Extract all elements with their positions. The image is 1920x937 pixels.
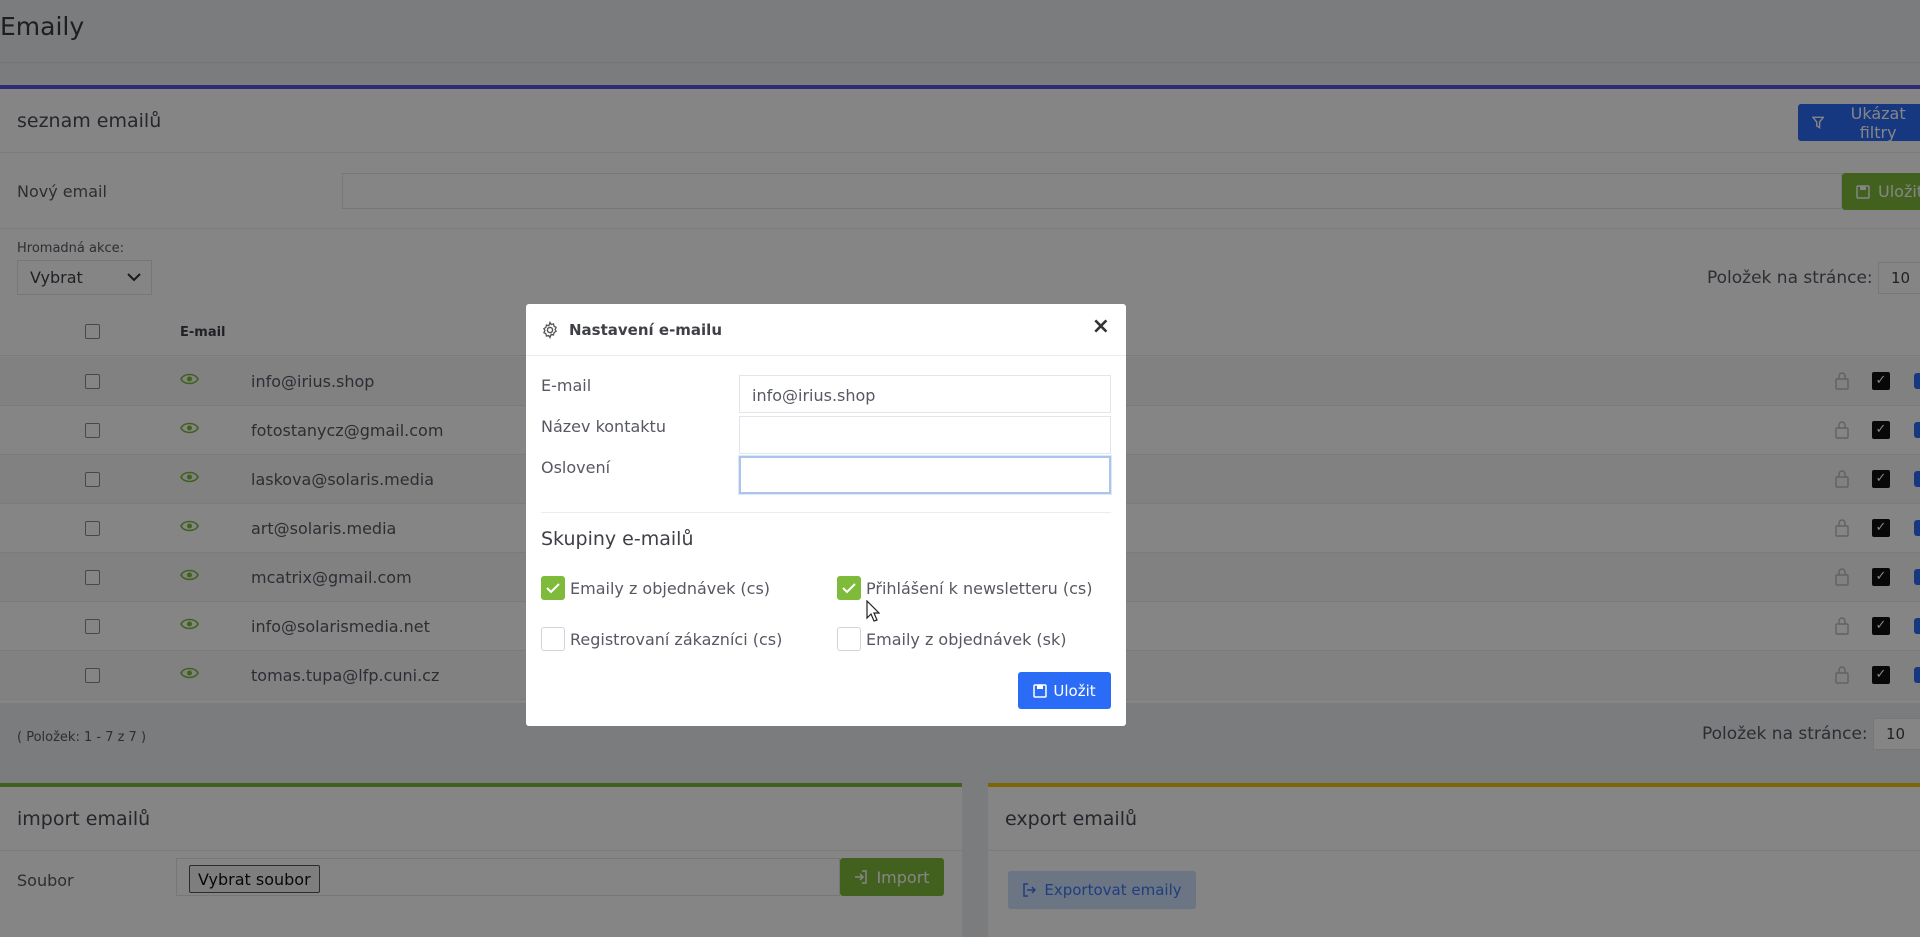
email-groups-title: Skupiny e-mailů (541, 528, 694, 550)
modal-header: Nastavení e-mailu (526, 304, 1126, 356)
greeting-label: Oslovení (541, 458, 611, 477)
email-label: E-mail (541, 376, 592, 395)
modal-divider (541, 512, 1111, 513)
group-label: Emaily z objednávek (cs) (570, 578, 771, 598)
mouse-cursor-icon (866, 600, 880, 622)
greeting-field[interactable] (739, 456, 1111, 494)
group-label: Emaily z objednávek (sk) (866, 629, 1067, 649)
checkbox[interactable] (541, 627, 565, 651)
checkbox[interactable] (541, 576, 565, 600)
group-checkbox-newsletter-cs[interactable]: Přihlášení k newsletteru (cs) (837, 576, 1093, 600)
group-checkbox-registered-cs[interactable]: Registrovaní zákazníci (cs) (541, 627, 782, 651)
close-icon[interactable]: × (1092, 314, 1110, 339)
contact-name-label: Název kontaktu (541, 417, 666, 436)
group-checkbox-orders-sk[interactable]: Emaily z objednávek (sk) (837, 627, 1067, 651)
email-field[interactable]: info@irius.shop (739, 375, 1111, 413)
save-icon (1033, 683, 1048, 698)
group-label: Registrovaní zákazníci (cs) (570, 629, 783, 649)
checkbox[interactable] (837, 576, 861, 600)
modal-save-label: Uložit (1053, 681, 1096, 700)
group-label: Přihlášení k newsletteru (cs) (866, 578, 1093, 598)
contact-name-field[interactable] (739, 416, 1111, 454)
group-checkbox-orders-cs[interactable]: Emaily z objednávek (cs) (541, 576, 770, 600)
check-icon (842, 582, 856, 593)
email-settings-modal: Nastavení e-mailu × E-mail info@irius.sh… (526, 304, 1126, 726)
modal-save-button[interactable]: Uložit (1018, 672, 1111, 709)
checkbox[interactable] (837, 627, 861, 651)
gear-icon (543, 320, 557, 339)
check-icon (546, 582, 560, 593)
modal-title: Nastavení e-mailu (569, 320, 723, 339)
